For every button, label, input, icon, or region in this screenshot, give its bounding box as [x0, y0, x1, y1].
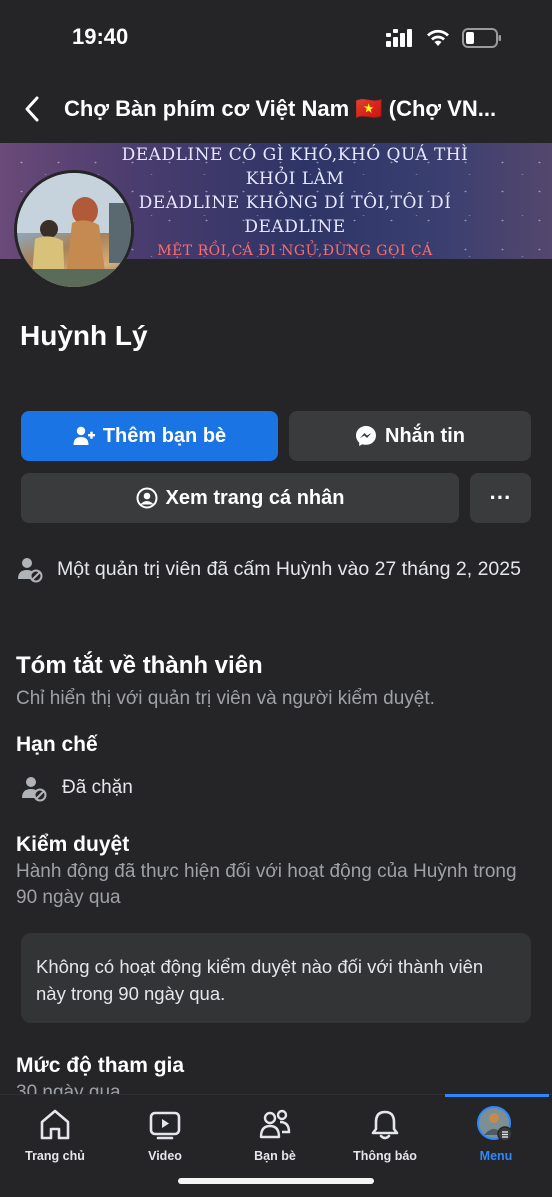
- battery-icon: [462, 28, 501, 48]
- moderation-empty-box: Không có hoạt động kiểm duyệt nào đối vớ…: [21, 933, 531, 1023]
- nav-menu-label: Menu: [479, 1149, 513, 1163]
- member-summary-title: Tóm tắt về thành viên: [16, 652, 263, 679]
- nav-home[interactable]: Trang chủ: [10, 1107, 100, 1163]
- cover-line: DEADLINE CÓ GÌ KHÓ,KHÓ QUÁ THÌ: [121, 145, 469, 165]
- view-profile-button[interactable]: Xem trang cá nhân: [21, 473, 459, 523]
- home-indicator: [178, 1178, 374, 1184]
- nav-video[interactable]: Video: [120, 1107, 210, 1163]
- status-time: 19:40: [72, 24, 129, 49]
- blocked-user-icon: [21, 776, 47, 807]
- profile-circle-icon: [136, 487, 158, 509]
- nav-notifications-label: Thông báo: [353, 1149, 417, 1163]
- nav-video-label: Video: [148, 1149, 182, 1163]
- profile-avatar[interactable]: [14, 170, 134, 290]
- member-summary-subtitle: Chỉ hiển thị với quản trị viên và người …: [16, 688, 435, 709]
- cover-line: KHỎI LÀM: [245, 169, 345, 189]
- moderation-empty-message: Không có hoạt động kiểm duyệt nào đối vớ…: [36, 956, 484, 1004]
- view-profile-label: Xem trang cá nhân: [165, 486, 345, 509]
- back-button[interactable]: [18, 94, 48, 124]
- add-friend-label: Thêm bạn bè: [102, 424, 227, 447]
- wifi-icon: [427, 29, 449, 46]
- more-options-button[interactable]: ···: [470, 473, 531, 523]
- home-icon: [10, 1107, 100, 1143]
- nav-friends[interactable]: Bạn bè: [230, 1107, 320, 1163]
- video-icon: [120, 1107, 210, 1143]
- chevron-left-icon: [25, 96, 39, 122]
- ban-notice-text: Một quản trị viên đã cấm Huỳnh vào 27 th…: [57, 558, 521, 580]
- nav-menu[interactable]: Menu: [451, 1106, 541, 1163]
- restrictions-title: Hạn chế: [16, 733, 98, 756]
- group-title: Chợ Bàn phím cơ Việt Nam 🇻🇳 (Chợ VN...: [64, 96, 497, 121]
- bell-icon: [340, 1107, 430, 1143]
- engagement-subtitle: 30 ngày qua: [16, 1082, 121, 1094]
- status-icons: [386, 28, 502, 48]
- engagement-title: Mức độ tham gia: [16, 1054, 185, 1077]
- nav-home-label: Trang chủ: [25, 1149, 85, 1163]
- nav-notifications[interactable]: Thông báo: [340, 1107, 430, 1163]
- cellular-signal-icon: [386, 29, 412, 47]
- friends-icon: [230, 1107, 320, 1143]
- more-dots-icon: ···: [489, 485, 512, 510]
- messenger-icon: [356, 426, 376, 446]
- restriction-blocked-label: Đã chặn: [62, 777, 133, 798]
- moderation-description: Hành động đã thực hiện đối với hoạt động…: [16, 861, 517, 908]
- nav-friends-label: Bạn bè: [254, 1149, 296, 1163]
- add-friend-icon: [73, 426, 95, 445]
- moderation-title: Kiểm duyệt: [16, 833, 130, 856]
- avatar-photo: [17, 173, 131, 287]
- add-friend-button[interactable]: Thêm bạn bè: [21, 411, 278, 461]
- nav-active-indicator: [445, 1094, 549, 1097]
- banned-user-icon: [17, 557, 43, 588]
- menu-avatar-icon: [451, 1106, 541, 1143]
- message-button[interactable]: Nhắn tin: [289, 411, 531, 461]
- profile-name: Huỳnh Lý: [20, 320, 148, 351]
- message-label: Nhắn tin: [385, 424, 465, 447]
